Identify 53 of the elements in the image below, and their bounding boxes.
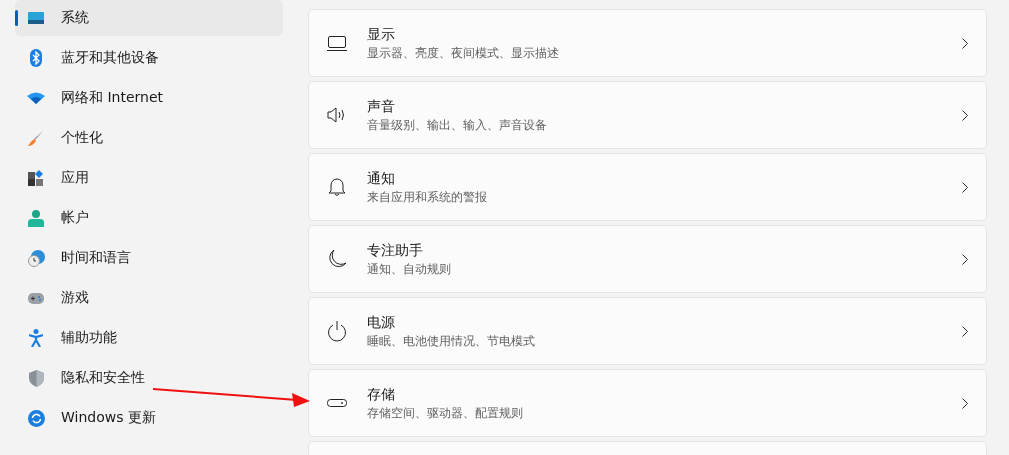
chevron-icon: [962, 397, 968, 409]
clock-globe-icon: [27, 249, 45, 267]
settings-card[interactable]: 存储 存储空间、驱动器、配置规则: [308, 369, 987, 437]
chevron-icon: [962, 37, 968, 49]
settings-card[interactable]: 专注助手 通知、自动规则: [308, 225, 987, 293]
sidebar-item[interactable]: 游戏: [15, 280, 283, 316]
settings-card[interactable]: 显示 显示器、亮度、夜间模式、显示描述: [308, 9, 987, 77]
card-title: 存储: [367, 385, 396, 404]
update-icon: [27, 409, 45, 427]
monitor-icon: [28, 11, 44, 25]
sidebar-item[interactable]: 帐户: [15, 200, 283, 236]
power-icon: [327, 320, 347, 342]
settings-card[interactable]: 声音 音量级别、输出、输入、声音设备: [308, 81, 987, 149]
speaker-icon: [327, 107, 347, 123]
shield-icon: [28, 369, 44, 387]
settings-card[interactable]: 通知 来自应用和系统的警报: [308, 153, 987, 221]
card-title: 通知: [367, 169, 396, 188]
apps-icon: [28, 170, 44, 186]
sidebar-item[interactable]: 网络和 Internet: [15, 80, 283, 116]
sidebar-item[interactable]: Windows 更新: [15, 400, 283, 436]
card-description: 来自应用和系统的警报: [367, 189, 488, 205]
card-description: 通知、自动规则: [367, 261, 452, 277]
selection-indicator: [15, 10, 18, 26]
chevron-icon: [962, 109, 968, 121]
card-title: 电源: [367, 313, 396, 332]
sidebar-item[interactable]: 隐私和安全性: [15, 360, 283, 396]
sidebar-item[interactable]: 时间和语言: [15, 240, 283, 276]
card-description: 睡眠、电池使用情况、节电模式: [367, 333, 536, 349]
accessibility-icon: [29, 329, 43, 347]
bluetooth-icon: [30, 49, 42, 67]
sidebar-item[interactable]: 辅助功能: [15, 320, 283, 356]
person-icon: [28, 209, 44, 227]
card-description: 存储空间、驱动器、配置规则: [367, 405, 524, 421]
drive-icon: [327, 399, 347, 407]
sidebar-item[interactable]: 个性化: [15, 120, 283, 156]
card-title: 专注助手: [367, 241, 424, 260]
sidebar-item[interactable]: 系统: [15, 0, 283, 36]
card-description: 显示器、亮度、夜间模式、显示描述: [367, 45, 560, 61]
moon-icon: [327, 248, 347, 270]
sidebar-item[interactable]: 蓝牙和其他设备: [15, 40, 283, 76]
chevron-icon: [962, 325, 968, 337]
gamepad-icon: [28, 292, 44, 304]
chevron-icon: [962, 253, 968, 265]
chevron-icon: [962, 181, 968, 193]
card-title: 声音: [367, 97, 396, 116]
sidebar-item[interactable]: 应用: [15, 160, 283, 196]
bell-icon: [328, 177, 346, 197]
settings-card[interactable]: 电源 睡眠、电池使用情况、节电模式: [308, 297, 987, 365]
brush-icon: [28, 130, 44, 146]
card-title: 显示: [367, 25, 396, 44]
card-description: 音量级别、输出、输入、声音设备: [367, 117, 548, 133]
wifi-icon: [27, 92, 45, 104]
laptop-icon: [327, 35, 347, 51]
